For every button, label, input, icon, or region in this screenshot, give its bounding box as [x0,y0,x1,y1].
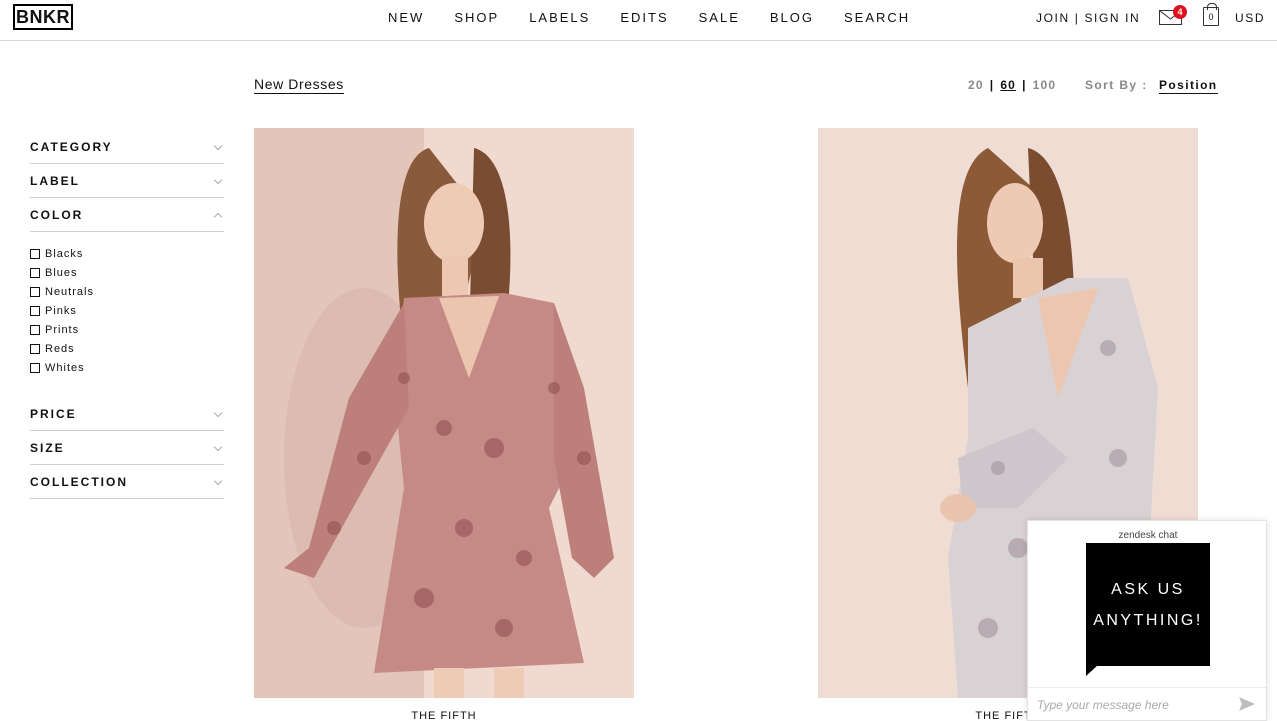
checkbox[interactable] [30,362,40,373]
bnkr-logo[interactable]: BNKR [13,4,73,30]
shopping-bag-icon[interactable]: 0 [1203,3,1219,26]
filter-collection[interactable]: COLLECTION [30,465,224,499]
chevron-down-icon [213,141,223,151]
filter-category[interactable]: CATEGORY [30,130,224,164]
filter-collection-label: COLLECTION [30,474,128,489]
per-page-60[interactable]: 60 [1000,78,1016,92]
currency-selector[interactable]: USD [1235,10,1265,26]
checkbox[interactable] [30,343,40,354]
nav-new[interactable]: NEW [388,10,424,26]
color-options: Blacks Blues Neutrals Pinks Prints Reds … [30,232,224,397]
chat-banner-line2: ANYTHING! [1093,612,1203,629]
model-in-floral-dress-photo [254,128,634,698]
per-page-20[interactable]: 20 [968,78,984,92]
account-links: JOIN | SIGN IN [1036,10,1140,26]
product-image[interactable] [254,128,634,698]
chat-message-input[interactable] [1037,696,1227,714]
filter-price-label: PRICE [30,406,77,421]
filter-category-label: CATEGORY [30,139,113,154]
per-page-100[interactable]: 100 [1033,78,1057,92]
color-option-label: Blacks [45,247,84,260]
chat-brand: zendesk chat [1118,530,1178,541]
filter-color-label: COLOR [30,207,84,222]
nav-edits[interactable]: EDITS [620,10,668,26]
site-header: BNKR NEW SHOP LABELS EDITS SALE BLOG SEA… [0,0,1277,41]
color-option-whites[interactable]: Whites [30,358,224,377]
checkbox[interactable] [30,248,40,259]
color-option-neutrals[interactable]: Neutrals [30,282,224,301]
main-nav: NEW SHOP LABELS EDITS SALE BLOG SEARCH [388,10,940,26]
chevron-down-icon [213,476,223,486]
page-title: New Dresses [254,76,344,94]
checkbox[interactable] [30,267,40,278]
join-link[interactable]: JOIN [1036,10,1070,26]
sign-in-link[interactable]: SIGN IN [1084,10,1140,26]
chat-widget: zendesk chat ASK US ANYTHING! [1027,520,1267,721]
filter-size-label: SIZE [30,440,65,455]
chevron-down-icon [213,175,223,185]
color-option-label: Neutrals [45,285,94,298]
checkbox[interactable] [30,324,40,335]
checkbox[interactable] [30,305,40,316]
nav-search[interactable]: SEARCH [844,10,910,26]
filter-label[interactable]: LABEL [30,164,224,198]
chevron-up-icon [213,212,223,222]
color-option-label: Blues [45,266,78,279]
per-page-separator: | [1022,78,1027,92]
checkbox[interactable] [30,286,40,297]
nav-blog[interactable]: BLOG [770,10,814,26]
filter-price[interactable]: PRICE [30,397,224,431]
color-option-blacks[interactable]: Blacks [30,244,224,263]
filter-color[interactable]: COLOR [30,198,224,232]
per-page-separator: | [989,78,995,92]
color-option-pinks[interactable]: Pinks [30,301,224,320]
filter-sidebar: CATEGORY LABEL COLOR Blacks Blues Neutra… [30,130,224,499]
chat-banner-line1: ASK US [1111,581,1185,598]
send-icon[interactable] [1238,696,1256,712]
filter-size[interactable]: SIZE [30,431,224,465]
chat-input-bar [1028,687,1266,721]
chevron-down-icon [213,442,223,452]
color-option-label: Prints [45,323,80,336]
sort-select[interactable]: Position [1159,78,1218,94]
per-page-selector: 20 | 60 | 100 [968,78,1056,92]
nav-sale[interactable]: SALE [699,10,740,26]
nav-labels[interactable]: LABELS [529,10,590,26]
nav-shop[interactable]: SHOP [454,10,499,26]
color-option-blues[interactable]: Blues [30,263,224,282]
sort-label: Sort By : [1085,78,1148,92]
color-option-label: Reds [45,342,75,355]
speech-bubble-tail [1086,665,1098,676]
filter-label-label: LABEL [30,173,80,188]
color-option-label: Pinks [45,304,77,317]
color-option-reds[interactable]: Reds [30,339,224,358]
product-brand[interactable]: THE FIFTH [254,710,634,721]
messages-count-badge: 4 [1173,5,1187,19]
account-separator: | [1074,11,1080,25]
chevron-down-icon [213,408,223,418]
chat-banner[interactable]: ASK US ANYTHING! [1086,543,1210,666]
color-option-label: Whites [45,361,85,374]
color-option-prints[interactable]: Prints [30,320,224,339]
